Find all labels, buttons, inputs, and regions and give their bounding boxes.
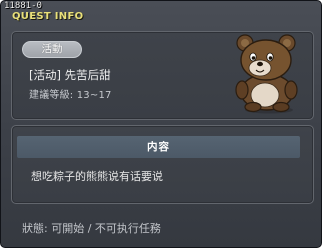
window-title: QUEST INFO xyxy=(12,11,84,22)
quest-type-badge: 活動 xyxy=(22,41,82,58)
content-text: 想吃粽子的熊熊说有话要说 xyxy=(31,170,163,183)
quest-info-window: 11881-0 QUEST INFO 活動 [活动] 先苦后甜 建議等級: 13… xyxy=(0,0,322,248)
bear-npc-icon xyxy=(235,34,298,114)
quest-status: 狀態: 可開始 / 不可执行任務 xyxy=(22,222,161,235)
content-header: 内容 xyxy=(17,136,300,158)
quest-name: [活动] 先苦后甜 xyxy=(29,68,111,82)
quest-id: 11881-0 xyxy=(4,1,42,11)
recommended-level: 建議等級: 13~17 xyxy=(29,90,112,101)
